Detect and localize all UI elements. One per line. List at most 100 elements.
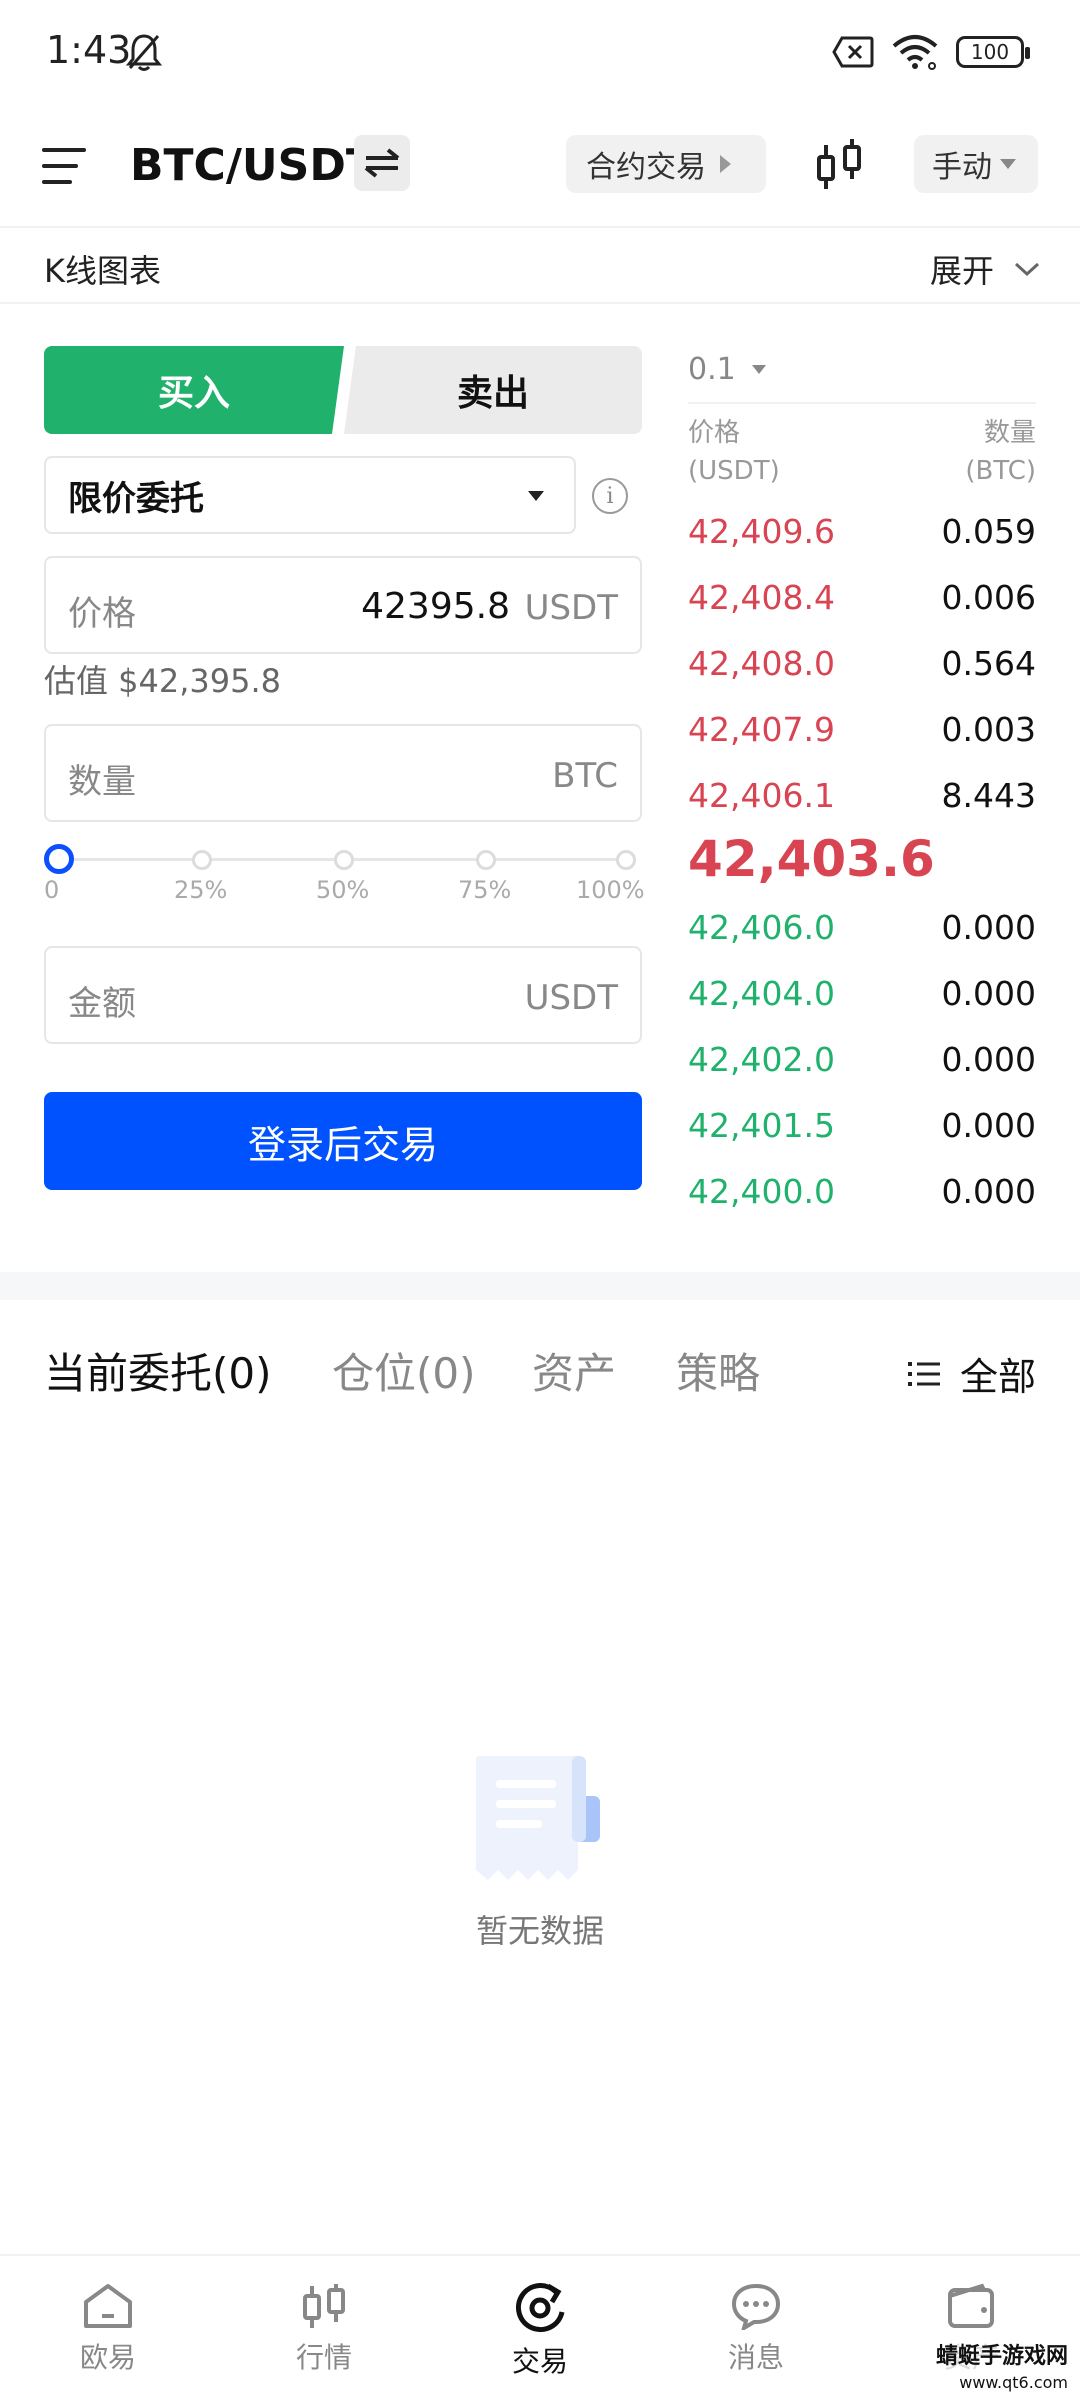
slider-stop-75[interactable] xyxy=(476,850,496,870)
tab-positions[interactable]: 仓位(0) xyxy=(332,1340,476,1401)
bid-row[interactable]: 42,400.0 0.000 xyxy=(688,1168,1036,1218)
slider-label: 0 xyxy=(44,876,60,904)
swap-pair-button[interactable] xyxy=(354,135,410,191)
swap-arrows-icon xyxy=(364,148,400,178)
list-icon xyxy=(907,1361,940,1386)
price-field[interactable]: 价格 42395.8 USDT xyxy=(44,556,642,654)
quantity-placeholder: 数量 xyxy=(68,762,136,802)
login-to-trade-button[interactable]: 登录后交易 xyxy=(44,1092,642,1190)
battery-indicator: 100 xyxy=(956,36,1030,68)
chevron-down-icon xyxy=(1000,159,1016,169)
slider-label: 100% xyxy=(576,876,645,904)
bid-qty: 0.000 xyxy=(941,1106,1036,1145)
price-header-unit: (USDT) xyxy=(688,456,780,486)
price-placeholder: 价格 xyxy=(68,594,136,634)
bid-row[interactable]: 42,404.0 0.000 xyxy=(688,970,1036,1020)
ask-row[interactable]: 42,408.4 0.006 xyxy=(688,574,1036,624)
quantity-slider[interactable]: 0 25% 50% 75% 100% xyxy=(44,840,645,904)
watermark-url: www.qt6.com xyxy=(959,2373,1068,2392)
bid-qty: 0.000 xyxy=(941,1040,1036,1079)
nav-messages-label: 消息 xyxy=(727,2341,784,2374)
slider-stop-100[interactable] xyxy=(616,850,636,870)
bid-row[interactable]: 42,402.0 0.000 xyxy=(688,1036,1036,1086)
all-filter-label: 全部 xyxy=(959,1355,1036,1399)
ask-qty: 0.059 xyxy=(941,512,1036,551)
contract-trade-button[interactable]: 合约交易 xyxy=(566,135,766,193)
watermark: 蜻蜓手游戏网 www.qt6.com xyxy=(929,2342,1074,2398)
nav-trade[interactable]: 交易 xyxy=(470,2282,610,2380)
order-book-divider xyxy=(688,402,1036,404)
ask-qty: 8.443 xyxy=(941,776,1036,815)
empty-state-text: 暂无数据 xyxy=(475,1912,604,1950)
ask-price: 42,409.6 xyxy=(688,512,835,551)
section-separator xyxy=(0,1272,1080,1300)
ask-row[interactable]: 42,409.6 0.059 xyxy=(688,508,1036,558)
pair-title[interactable]: BTC/USDT xyxy=(130,140,376,191)
bid-qty: 0.000 xyxy=(941,974,1036,1013)
market-icon xyxy=(303,2284,345,2328)
trade-icon xyxy=(515,2283,565,2333)
amount-field[interactable]: 金额 USDT xyxy=(44,946,642,1044)
tab-assets[interactable]: 资产 xyxy=(532,1340,616,1401)
price-column-header: 价格 (USDT) xyxy=(688,414,780,490)
wifi-icon xyxy=(892,35,938,70)
sell-tab[interactable]: 卖出 xyxy=(344,346,642,434)
slider-label: 25% xyxy=(174,876,228,904)
price-header-label: 价格 xyxy=(688,418,741,448)
bid-price: 42,401.5 xyxy=(688,1106,835,1145)
ask-price: 42,408.0 xyxy=(688,644,835,683)
nav-market[interactable]: 行情 xyxy=(254,2282,394,2376)
bid-price: 42,406.0 xyxy=(688,908,835,947)
wallet-icon xyxy=(948,2283,994,2328)
amount-placeholder: 金额 xyxy=(68,984,136,1024)
quantity-field[interactable]: 数量 BTC xyxy=(44,724,642,822)
kline-label: K线图表 xyxy=(44,252,161,290)
chevron-down-icon xyxy=(1014,262,1040,277)
bid-price: 42,400.0 xyxy=(688,1172,835,1211)
ask-price: 42,408.4 xyxy=(688,578,835,617)
slider-label: 75% xyxy=(458,876,512,904)
ask-row[interactable]: 42,406.1 8.443 xyxy=(688,772,1036,822)
precision-selector[interactable]: 0.1 xyxy=(688,352,766,387)
ask-qty: 0.003 xyxy=(941,710,1036,749)
menu-icon[interactable] xyxy=(42,146,86,186)
slider-stop-25[interactable] xyxy=(192,850,212,870)
kline-chart-bar[interactable]: K线图表 展开 xyxy=(0,230,1080,304)
bid-price: 42,402.0 xyxy=(688,1040,835,1079)
trade-header: BTC/USDT 合约交易 手动 xyxy=(0,120,1080,228)
nav-messages[interactable]: 消息 xyxy=(686,2282,826,2376)
price-value: 42395.8 xyxy=(361,586,510,627)
mode-label: 手动 xyxy=(932,150,992,185)
ask-row[interactable]: 42,408.0 0.564 xyxy=(688,640,1036,690)
slider-stop-50[interactable] xyxy=(334,850,354,870)
mode-selector[interactable]: 手动 xyxy=(914,135,1038,193)
dropdown-triangle-icon xyxy=(528,491,544,501)
order-type-label: 限价委托 xyxy=(68,478,204,519)
order-type-select[interactable]: 限价委托 xyxy=(44,456,576,534)
info-icon[interactable]: i xyxy=(592,478,628,514)
nav-home[interactable]: 欧易 xyxy=(38,2282,178,2376)
all-filter-button[interactable]: 全部 xyxy=(907,1346,1036,1401)
nav-market-label: 行情 xyxy=(295,2341,352,2374)
watermark-title: 蜻蜓手游戏网 xyxy=(935,2344,1068,2369)
candlestick-chart-icon[interactable] xyxy=(814,137,866,193)
quantity-column-header: 数量 (BTC) xyxy=(965,414,1036,490)
status-time: 1:43 xyxy=(46,28,132,72)
last-price: 42,403.6 xyxy=(688,830,935,888)
dropdown-triangle-icon xyxy=(751,365,766,374)
slider-handle[interactable] xyxy=(44,844,74,874)
quantity-unit: BTC xyxy=(552,756,618,796)
ask-row[interactable]: 42,407.9 0.003 xyxy=(688,706,1036,756)
buy-tab[interactable]: 买入 xyxy=(44,346,344,434)
expand-toggle[interactable]: 展开 xyxy=(930,246,1040,292)
tab-open-orders[interactable]: 当前委托(0) xyxy=(44,1340,272,1401)
bid-row[interactable]: 42,406.0 0.000 xyxy=(688,904,1036,954)
bid-qty: 0.000 xyxy=(941,908,1036,947)
ask-price: 42,406.1 xyxy=(688,776,835,815)
ask-qty: 0.564 xyxy=(941,644,1036,683)
bid-row[interactable]: 42,401.5 0.000 xyxy=(688,1102,1036,1152)
contract-trade-label: 合约交易 xyxy=(586,150,706,185)
precision-value: 0.1 xyxy=(688,352,736,387)
no-sim-icon xyxy=(832,36,874,68)
tab-strategy[interactable]: 策略 xyxy=(676,1340,760,1401)
